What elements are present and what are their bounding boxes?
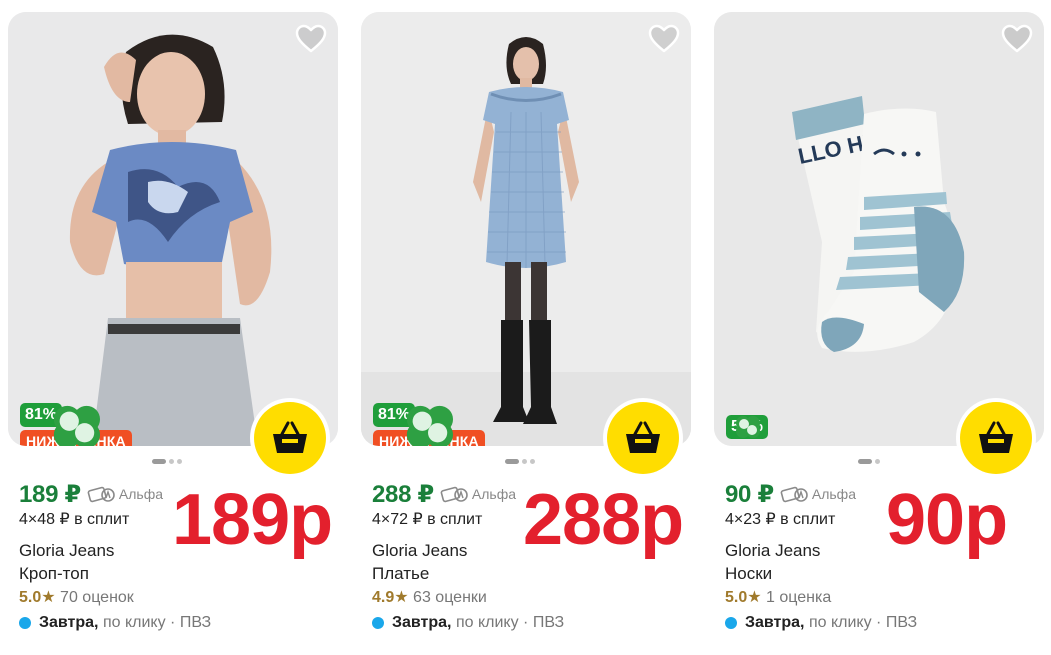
delivery-info: Завтра, по клику · ПВЗ	[19, 610, 339, 636]
delivery-day: Завтра,	[39, 614, 99, 631]
pager-dot	[169, 459, 174, 464]
price: 90 ₽	[725, 480, 774, 508]
delivery-method: по клику · ПВЗ	[102, 614, 212, 631]
overlay-price: 189р	[172, 480, 333, 560]
discount-badges: 55%	[726, 414, 769, 440]
heart-outline-icon	[295, 24, 327, 53]
product-title[interactable]: Платье	[372, 562, 692, 586]
rating-score: 5.0	[725, 589, 748, 606]
pager-dot	[858, 459, 872, 464]
product-photo-socks[interactable]: LLO HE 55%	[714, 12, 1044, 446]
rating: 5.0★ 1 оценка	[725, 586, 1045, 610]
basket-icon	[979, 421, 1013, 453]
clover-icon	[736, 416, 761, 438]
rating-score: 4.9	[372, 589, 395, 606]
delivery-day: Завтра,	[745, 614, 805, 631]
pager-dot	[530, 459, 535, 464]
product-card[interactable]: 81% НИЖЕ РЫНКА 288 ₽ Альфа 4×72 ₽ в спли…	[357, 0, 695, 655]
alfa-split-icon	[87, 486, 115, 503]
overlay-price: 288р	[523, 480, 684, 560]
socks-photo: LLO HE	[714, 12, 1044, 446]
delivery-info: Завтра, по клику · ПВЗ	[372, 610, 692, 636]
delivery-day: Завтра,	[392, 614, 452, 631]
review-count: 70 оценок	[60, 589, 134, 606]
bank-label: Альфа	[118, 486, 164, 502]
delivery-info: Завтра, по клику · ПВЗ	[725, 610, 1045, 636]
product-photo-crop-top[interactable]: 81% НИЖЕ РЫНКА	[8, 12, 338, 446]
delivery-method: по клику · ПВЗ	[455, 614, 565, 631]
woman-crop-top-photo	[8, 12, 338, 446]
basket-icon	[273, 421, 307, 453]
alfa-split-icon	[440, 486, 468, 503]
image-pager	[858, 459, 880, 464]
discount-badges: 81% НИЖЕ РЫНКА	[373, 402, 485, 446]
delivery-dot-icon	[19, 617, 31, 629]
delivery-dot-icon	[372, 617, 384, 629]
clover-icon	[406, 405, 454, 446]
heart-outline-icon	[1001, 24, 1033, 53]
add-to-cart-button[interactable]	[254, 402, 326, 474]
product-photo-dress[interactable]: 81% НИЖЕ РЫНКА	[361, 12, 691, 446]
pager-dot	[152, 459, 166, 464]
discount-badges: 81% НИЖЕ РЫНКА	[20, 402, 132, 446]
bank-label: Альфа	[471, 486, 517, 502]
product-title[interactable]: Кроп-топ	[19, 562, 339, 586]
add-to-cart-button[interactable]	[607, 402, 679, 474]
pager-dot	[505, 459, 519, 464]
review-count: 1 оценка	[766, 589, 832, 606]
star-icon: ★	[41, 589, 56, 606]
product-card[interactable]: 81% НИЖЕ РЫНКА 189 ₽ Альфа 4×48 ₽ в спли…	[4, 0, 342, 655]
favorite-button[interactable]	[1000, 22, 1034, 56]
price: 288 ₽	[372, 480, 434, 508]
woman-dress-photo	[361, 12, 691, 446]
delivery-method: по клику · ПВЗ	[808, 614, 918, 631]
product-card[interactable]: LLO HE 55%	[710, 0, 1048, 655]
star-icon: ★	[394, 589, 409, 606]
delivery-dot-icon	[725, 617, 737, 629]
clover-icon	[53, 405, 101, 446]
rating: 4.9★ 63 оценки	[372, 586, 692, 610]
rating: 5.0★ 70 оценок	[19, 586, 339, 610]
rating-score: 5.0	[19, 589, 42, 606]
overlay-price: 90р	[886, 480, 1008, 560]
product-title[interactable]: Носки	[725, 562, 1045, 586]
heart-outline-icon	[648, 24, 680, 53]
star-icon: ★	[747, 589, 762, 606]
pager-dot	[875, 459, 880, 464]
alfa-split-icon	[780, 486, 808, 503]
pager-dot	[177, 459, 182, 464]
favorite-button[interactable]	[294, 22, 328, 56]
price: 189 ₽	[19, 480, 81, 508]
favorite-button[interactable]	[647, 22, 681, 56]
pager-dot	[522, 459, 527, 464]
basket-icon	[626, 421, 660, 453]
add-to-cart-button[interactable]	[960, 402, 1032, 474]
image-pager	[505, 459, 535, 464]
bank-label: Альфа	[811, 486, 856, 502]
review-count: 63 оценки	[413, 589, 487, 606]
image-pager	[152, 459, 182, 464]
